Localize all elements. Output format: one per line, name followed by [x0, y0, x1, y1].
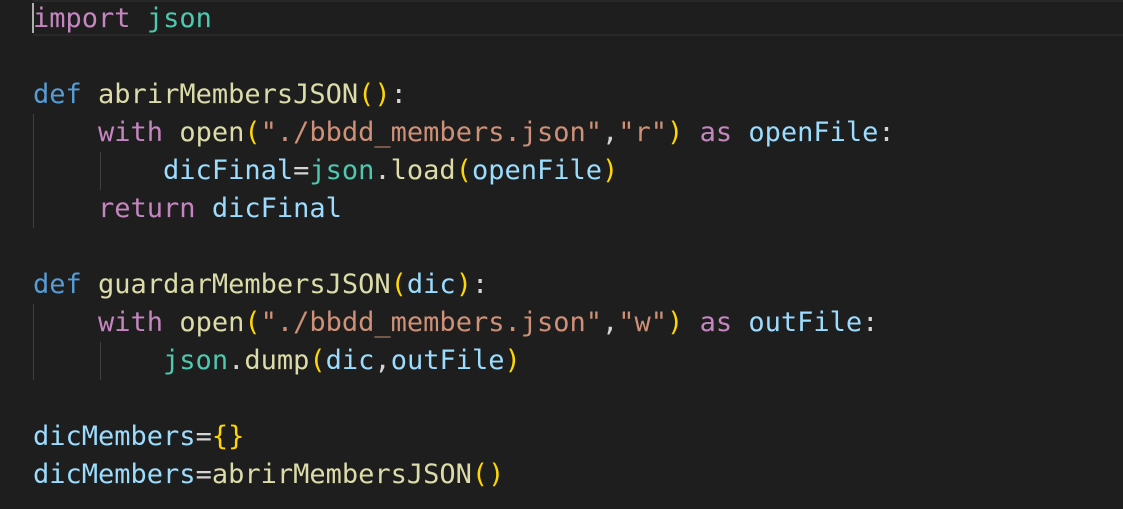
code-token: as	[699, 307, 733, 338]
code-token: outFile	[748, 307, 863, 338]
code-line[interactable]: dicMembers=abrirMembersJSON()	[33, 456, 895, 494]
code-token: ()	[358, 79, 391, 110]
code-line[interactable]	[33, 38, 895, 76]
code-token: openFile	[748, 117, 879, 148]
code-token: ,	[602, 307, 619, 338]
code-token: dicFinal	[211, 193, 342, 224]
code-token: )	[504, 345, 521, 376]
code-token: openFile	[471, 155, 602, 186]
code-token: with	[98, 117, 164, 148]
code-line[interactable]: import json	[33, 0, 895, 38]
code-token: abrirMembersJSON	[211, 459, 472, 490]
code-line[interactable]	[33, 228, 895, 266]
code-token: (	[309, 345, 326, 376]
code-token: outFile	[390, 345, 505, 376]
code-line[interactable]: dicFinal=json.load(openFile)	[33, 152, 895, 190]
code-line[interactable]	[33, 380, 895, 418]
code-token: guardarMembersJSON	[98, 269, 391, 300]
code-text[interactable]: import json def abrirMembersJSON(): with…	[33, 0, 895, 494]
code-token: dicMembers	[33, 421, 196, 452]
code-line[interactable]: json.dump(dic,outFile)	[33, 342, 895, 380]
code-token: dic	[325, 345, 375, 376]
code-token: )	[602, 155, 619, 186]
code-token: ()	[471, 459, 505, 490]
code-token: =	[293, 155, 310, 186]
code-line[interactable]: def abrirMembersJSON():	[33, 76, 895, 114]
code-token: )	[455, 269, 472, 300]
code-token: =	[195, 459, 212, 490]
code-token: :	[878, 117, 895, 148]
code-token: :	[471, 269, 489, 300]
code-token: {}	[211, 421, 245, 452]
code-token: "r"	[618, 117, 668, 148]
code-token: )	[667, 307, 684, 338]
code-token: ,	[374, 345, 391, 376]
code-token: :	[390, 79, 407, 110]
code-token: (	[455, 155, 472, 186]
code-token: ,	[602, 117, 619, 148]
code-token: import	[33, 3, 131, 34]
code-token: dicMembers	[33, 459, 196, 490]
code-token: open	[179, 307, 245, 338]
code-token: (	[390, 269, 407, 300]
code-token: with	[98, 307, 164, 338]
code-token: dicFinal	[163, 155, 294, 186]
code-token: (	[244, 307, 261, 338]
code-token: json	[146, 3, 212, 34]
code-token: return	[98, 193, 196, 224]
code-token: dump	[244, 345, 310, 376]
code-token: def	[33, 269, 82, 300]
code-token: .	[228, 345, 245, 376]
code-token: json	[309, 155, 375, 186]
code-line[interactable]: return dicFinal	[33, 190, 895, 228]
code-line[interactable]: def guardarMembersJSON(dic):	[33, 266, 895, 304]
code-token: "./bbdd_members.json"	[260, 117, 602, 148]
code-token: as	[699, 117, 733, 148]
code-line[interactable]: with open("./bbdd_members.json","r") as …	[33, 114, 895, 152]
code-token: :	[862, 307, 879, 338]
code-token: dic	[406, 269, 456, 300]
code-line[interactable]: with open("./bbdd_members.json","w") as …	[33, 304, 895, 342]
code-editor[interactable]: import json def abrirMembersJSON(): with…	[0, 0, 1123, 509]
code-token: def	[33, 79, 82, 110]
code-token: abrirMembersJSON	[98, 79, 359, 110]
code-line[interactable]: dicMembers={}	[33, 418, 895, 456]
code-token: json	[163, 345, 229, 376]
code-token: open	[179, 117, 245, 148]
code-token: load	[390, 155, 456, 186]
code-token: (	[244, 117, 261, 148]
code-token: "w"	[618, 307, 668, 338]
code-token: .	[374, 155, 391, 186]
code-token: )	[667, 117, 684, 148]
code-token: "./bbdd_members.json"	[260, 307, 602, 338]
code-token: =	[195, 421, 212, 452]
